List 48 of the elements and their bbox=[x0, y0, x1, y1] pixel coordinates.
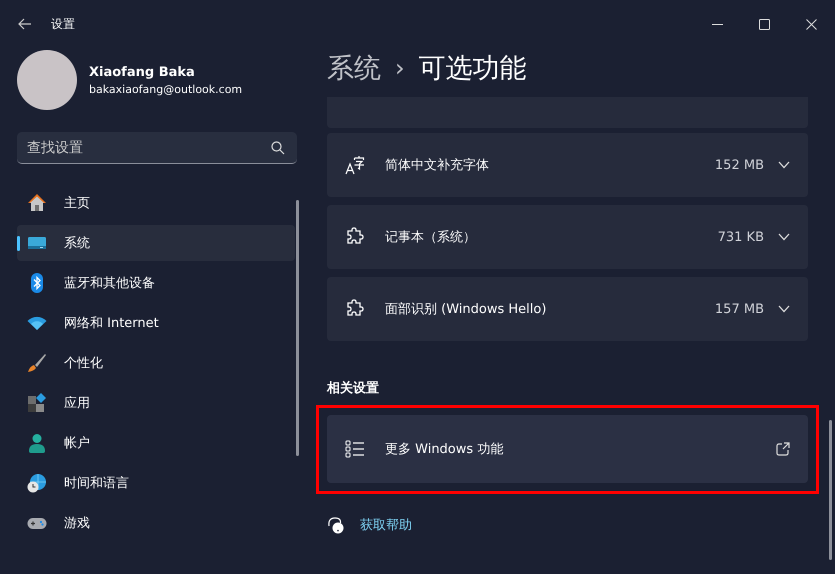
sidebar-item[interactable]: 网络和 Internet bbox=[17, 305, 295, 341]
feature-size: 152 MB bbox=[714, 158, 764, 172]
maximize-icon bbox=[759, 18, 770, 30]
sidebar-item[interactable]: 个性化 bbox=[17, 345, 295, 381]
page-title: 可选功能 bbox=[418, 52, 527, 86]
feature-card[interactable]: 简体中文补充字体 152 MB bbox=[327, 133, 808, 197]
section-heading: 相关设置 bbox=[327, 380, 380, 397]
sidebar-item[interactable]: 蓝牙和其他设备 bbox=[17, 265, 295, 301]
close-icon bbox=[806, 18, 817, 30]
sidebar-item[interactable]: 时间和语言 bbox=[17, 465, 295, 501]
sidebar-item[interactable]: 应用 bbox=[17, 385, 295, 421]
feature-card[interactable]: 面部识别 (Windows Hello) 157 MB bbox=[327, 277, 808, 341]
search-field[interactable]: 查找设置 bbox=[17, 132, 297, 164]
back-arrow-icon[interactable] bbox=[18, 18, 32, 30]
sidebar-item[interactable]: 主页 bbox=[17, 185, 295, 221]
external-link-icon bbox=[776, 442, 790, 456]
apps-icon bbox=[27, 393, 47, 413]
related-setting-link[interactable]: 更多 Windows 功能 bbox=[327, 415, 808, 483]
sidebar-item[interactable]: 游戏 bbox=[17, 505, 295, 541]
feature-name: 简体中文补充字体 bbox=[385, 157, 490, 174]
feature-name: 记事本（系统） bbox=[385, 229, 477, 246]
sidebar-item[interactable]: 系统 bbox=[17, 225, 295, 261]
chevron-icon[interactable] bbox=[778, 305, 790, 313]
feature-size: 731 KB bbox=[718, 230, 764, 244]
chevron-icon[interactable] bbox=[778, 233, 790, 241]
list-icon bbox=[345, 439, 365, 459]
help-chat-icon bbox=[327, 516, 345, 534]
search-icon[interactable] bbox=[271, 141, 285, 155]
help-link[interactable]: 获取帮助 bbox=[360, 516, 412, 534]
scrollbar[interactable] bbox=[296, 200, 299, 456]
brush-icon bbox=[27, 353, 47, 373]
globe-clock-icon bbox=[27, 473, 47, 493]
feature-size: 157 MB bbox=[714, 302, 764, 316]
user-email: bakaxiaofang@outlook.com bbox=[89, 82, 242, 96]
font-icon bbox=[345, 155, 365, 175]
chevron-icon[interactable] bbox=[778, 161, 790, 169]
feature-card[interactable]: 记事本（系统） 731 KB bbox=[327, 205, 808, 269]
person-icon bbox=[27, 433, 47, 453]
home-icon bbox=[27, 193, 47, 213]
related-setting-label: 更多 Windows 功能 bbox=[385, 441, 504, 458]
sidebar-item[interactable]: 帐户 bbox=[17, 425, 295, 461]
feature-name: 面部识别 (Windows Hello) bbox=[385, 301, 548, 318]
window-title: 设置 bbox=[51, 16, 75, 32]
selection-indicator bbox=[17, 236, 20, 251]
breadcrumb-separator: › bbox=[395, 54, 405, 82]
scrollbar[interactable] bbox=[829, 420, 832, 560]
breadcrumb-link[interactable]: 系统 bbox=[327, 50, 381, 86]
user-name: Xiaofang Baka bbox=[89, 64, 196, 80]
